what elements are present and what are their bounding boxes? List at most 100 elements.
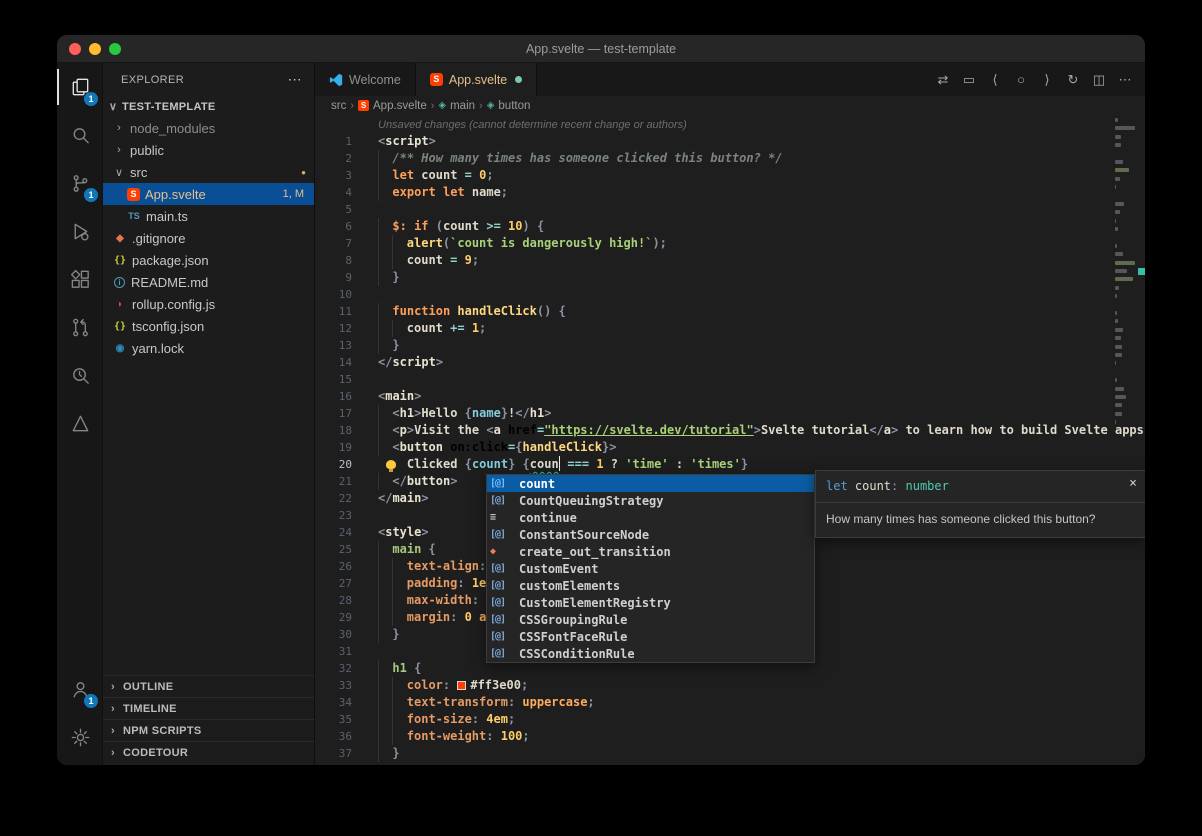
line-number[interactable]: 12 — [315, 320, 352, 337]
tree-item-yarn.lock[interactable]: ◉yarn.lock — [103, 337, 314, 359]
line-number[interactable]: 36 — [315, 728, 352, 745]
line-number[interactable]: 22 — [315, 490, 352, 507]
line-number[interactable]: 13 — [315, 337, 352, 354]
accounts-button[interactable]: 1 — [57, 665, 103, 713]
sidebar-section-npm-scripts[interactable]: ›NPM SCRIPTS — [103, 719, 314, 741]
extensions-activity-button[interactable] — [57, 255, 103, 303]
tab-welcome[interactable]: Welcome — [315, 63, 416, 96]
line-number[interactable]: 17 — [315, 405, 352, 422]
line-number[interactable]: 34 — [315, 694, 352, 711]
breadcrumb-item-src[interactable]: src — [331, 100, 346, 112]
line-number[interactable]: 21 — [315, 473, 352, 490]
code-line[interactable]: 1<script> — [315, 133, 1145, 150]
file-history-icon[interactable]: ↻ — [1061, 72, 1085, 88]
line-number[interactable]: 4 — [315, 184, 352, 201]
line-number[interactable]: 33 — [315, 677, 352, 694]
close-icon[interactable]: × — [1129, 476, 1137, 491]
tree-item-App.svelte[interactable]: SApp.svelte1, M — [103, 183, 314, 205]
breadcrumb-item-main[interactable]: ◈main — [438, 100, 475, 112]
breadcrumb-item-button[interactable]: ◈button — [487, 100, 531, 112]
code-line[interactable]: 10 — [315, 286, 1145, 303]
line-number[interactable]: 27 — [315, 575, 352, 592]
line-number[interactable]: 7 — [315, 235, 352, 252]
settings-button[interactable] — [57, 713, 103, 761]
suggestion-CSSGroupingRule[interactable]: [@]CSSGroupingRule — [487, 611, 814, 628]
suggestion-CountQueuingStrategy[interactable]: [@]CountQueuingStrategy — [487, 492, 814, 509]
explorer-activity-button[interactable]: 1 — [57, 63, 103, 111]
line-number[interactable]: 23 — [315, 507, 352, 524]
tree-item-tsconfig.json[interactable]: {}tsconfig.json — [103, 315, 314, 337]
line-number[interactable]: 26 — [315, 558, 352, 575]
sidebar-section-timeline[interactable]: ›TIMELINE — [103, 697, 314, 719]
suggestion-continue[interactable]: ≡continue — [487, 509, 814, 526]
compare-icon[interactable]: ○ — [1009, 72, 1033, 87]
code-line[interactable]: 15 — [315, 371, 1145, 388]
workspace-section-header[interactable]: ∨ TEST-TEMPLATE — [103, 96, 314, 117]
run-debug-activity-button[interactable] — [57, 207, 103, 255]
breadcrumb-item-App.svelte[interactable]: SApp.svelte — [358, 100, 427, 112]
tree-item-public[interactable]: ›public — [103, 139, 314, 161]
code-line[interactable]: 35font-size: 4em; — [315, 711, 1145, 728]
line-number[interactable]: 35 — [315, 711, 352, 728]
tree-item-src[interactable]: ∨src● — [103, 161, 314, 183]
line-number[interactable]: 29 — [315, 609, 352, 626]
code-line[interactable]: 3let count = 0; — [315, 167, 1145, 184]
line-number[interactable]: 1 — [315, 133, 352, 150]
next-change-icon[interactable]: ⟩ — [1035, 72, 1059, 88]
line-number[interactable]: 24 — [315, 524, 352, 541]
code-line[interactable]: 36font-weight: 100; — [315, 728, 1145, 745]
code-line[interactable]: 6$: if (count >= 10) { — [315, 218, 1145, 235]
search-activity-button[interactable] — [57, 111, 103, 159]
code-line[interactable]: 16<main> — [315, 388, 1145, 405]
previous-change-icon[interactable]: ⟨ — [983, 72, 1007, 88]
code-line[interactable]: 13} — [315, 337, 1145, 354]
sidebar-section-outline[interactable]: ›OUTLINE — [103, 675, 314, 697]
tree-item-rollup.config.js[interactable]: ◗rollup.config.js — [103, 293, 314, 315]
line-number[interactable]: 8 — [315, 252, 352, 269]
gitlens-codelens[interactable]: Unsaved changes (cannot determine recent… — [378, 117, 1145, 133]
github-pr-activity-button[interactable] — [57, 303, 103, 351]
suggestion-CustomElementRegistry[interactable]: [@]CustomElementRegistry — [487, 594, 814, 611]
line-number[interactable]: 11 — [315, 303, 352, 320]
split-editor-icon[interactable]: ◫ — [1087, 72, 1111, 88]
lightbulb-icon[interactable] — [386, 460, 396, 469]
line-number[interactable]: 18 — [315, 422, 352, 439]
code-line[interactable]: 9} — [315, 269, 1145, 286]
code-line[interactable]: 19<button on:click={handleClick}> — [315, 439, 1145, 456]
titlebar[interactable]: App.svelte — test-template — [57, 35, 1145, 63]
gitlens-activity-button[interactable] — [57, 351, 103, 399]
azure-activity-button[interactable] — [57, 399, 103, 447]
code-line[interactable]: 33color: #ff3e00; — [315, 677, 1145, 694]
line-number[interactable]: 32 — [315, 660, 352, 677]
code-line[interactable]: 2/** How many times has someone clicked … — [315, 150, 1145, 167]
code-line[interactable]: 11function handleClick() { — [315, 303, 1145, 320]
code-line[interactable]: 4export let name; — [315, 184, 1145, 201]
overview-ruler[interactable] — [1138, 115, 1145, 765]
code-line[interactable]: 8count = 9; — [315, 252, 1145, 269]
code-line[interactable]: 18<p>Visit the <a href="https://svelte.d… — [315, 422, 1145, 439]
more-actions-icon[interactable]: ⋯ — [1113, 72, 1137, 88]
line-number[interactable]: 25 — [315, 541, 352, 558]
tree-item-README.md[interactable]: iREADME.md — [103, 271, 314, 293]
line-number[interactable]: 6 — [315, 218, 352, 235]
line-number[interactable]: 9 — [315, 269, 352, 286]
code-line[interactable]: 37} — [315, 745, 1145, 762]
line-number[interactable]: 20 — [315, 456, 352, 473]
line-number[interactable]: 2 — [315, 150, 352, 167]
editor-pane[interactable]: Unsaved changes (cannot determine recent… — [315, 115, 1145, 765]
suggestion-count[interactable]: [@]count — [487, 475, 814, 492]
tree-item-package.json[interactable]: {}package.json — [103, 249, 314, 271]
tree-item-.gitignore[interactable]: ◆.gitignore — [103, 227, 314, 249]
toggle-blame-icon[interactable]: ⇄ — [931, 72, 955, 88]
code-line[interactable]: 7alert(`count is dangerously high!`); — [315, 235, 1145, 252]
line-number[interactable]: 19 — [315, 439, 352, 456]
tree-item-main.ts[interactable]: TSmain.ts — [103, 205, 314, 227]
more-actions-icon[interactable]: ⋯ — [288, 71, 302, 88]
code-line[interactable]: 14</script> — [315, 354, 1145, 371]
sidebar-section-codetour[interactable]: ›CODETOUR — [103, 741, 314, 763]
suggestion-CSSFontFaceRule[interactable]: [@]CSSFontFaceRule — [487, 628, 814, 645]
line-number[interactable]: 37 — [315, 745, 352, 762]
line-number[interactable]: 10 — [315, 286, 352, 303]
line-number[interactable]: 28 — [315, 592, 352, 609]
line-number[interactable]: 14 — [315, 354, 352, 371]
